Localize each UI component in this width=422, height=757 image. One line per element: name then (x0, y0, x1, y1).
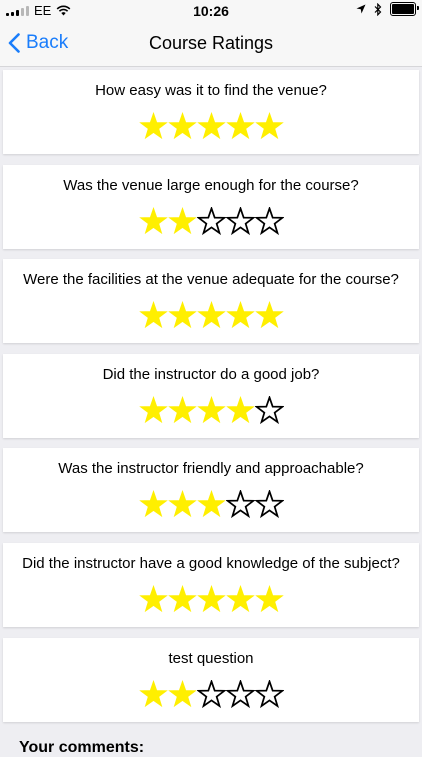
star-filled-icon[interactable] (138, 395, 168, 425)
star-filled-icon[interactable] (167, 490, 197, 519)
star-filled-icon[interactable] (138, 584, 168, 614)
ratings-list: How easy was it to find the venue? Was t… (0, 70, 422, 732)
star-empty-icon[interactable] (225, 206, 255, 236)
star-filled-icon[interactable] (254, 584, 284, 614)
question-card: test question (3, 637, 419, 722)
star-empty-icon[interactable] (254, 395, 284, 425)
question-text: Was the instructor friendly and approach… (58, 460, 364, 478)
question-text: How easy was it to find the venue? (95, 82, 327, 99)
location-arrow-icon (356, 4, 366, 14)
star-filled-icon[interactable] (167, 301, 197, 330)
star-filled-icon[interactable] (167, 584, 197, 614)
star-filled-icon[interactable] (196, 490, 226, 519)
star-filled-icon[interactable] (138, 206, 168, 236)
question-text: Did the instructor do a good job? (102, 365, 320, 383)
star-filled-icon[interactable] (196, 395, 226, 425)
star-rating[interactable] (3, 206, 419, 236)
star-filled-icon[interactable] (138, 490, 168, 519)
question-card: Did the instructor do a good job? (3, 353, 419, 438)
question-card: Was the venue large enough for the cours… (3, 164, 419, 249)
star-filled-icon[interactable] (225, 301, 255, 330)
battery-icon (390, 2, 419, 16)
star-rating[interactable] (3, 395, 419, 425)
question-text: Was the venue large enough for the cours… (63, 176, 359, 194)
star-rating[interactable] (3, 584, 419, 614)
comments-label: Your comments: (19, 739, 145, 756)
star-filled-icon[interactable] (196, 112, 226, 141)
star-filled-icon[interactable] (138, 679, 168, 709)
question-card: Were the facilities at the venue adequat… (3, 259, 419, 344)
star-rating[interactable] (3, 112, 419, 141)
star-filled-icon[interactable] (254, 301, 284, 330)
page-title: Course Ratings (148, 33, 274, 53)
star-empty-icon[interactable] (254, 679, 284, 709)
star-filled-icon[interactable] (167, 679, 197, 709)
star-rating[interactable] (3, 679, 419, 709)
navigation-bar: Back Course Ratings (0, 20, 422, 67)
star-empty-icon[interactable] (254, 206, 284, 236)
star-filled-icon[interactable] (225, 112, 255, 141)
star-empty-icon[interactable] (196, 679, 226, 709)
star-filled-icon[interactable] (225, 584, 255, 614)
star-rating[interactable] (3, 490, 419, 519)
question-card: Did the instructor have a good knowledge… (3, 542, 419, 627)
star-rating[interactable] (3, 301, 419, 330)
star-filled-icon[interactable] (196, 301, 226, 330)
star-filled-icon[interactable] (167, 206, 197, 236)
star-filled-icon[interactable] (167, 395, 197, 425)
star-filled-icon[interactable] (196, 584, 226, 614)
bluetooth-icon (374, 2, 382, 16)
star-filled-icon[interactable] (138, 112, 168, 141)
status-right (356, 2, 419, 16)
star-empty-icon[interactable] (225, 679, 255, 709)
star-filled-icon[interactable] (167, 112, 197, 141)
question-text: Were the facilities at the venue adequat… (23, 271, 399, 289)
star-filled-icon[interactable] (225, 395, 255, 425)
question-card: Was the instructor friendly and approach… (3, 448, 419, 533)
star-empty-icon[interactable] (196, 206, 226, 236)
star-filled-icon[interactable] (138, 301, 168, 330)
star-empty-icon[interactable] (225, 490, 255, 519)
status-bar: EE 10:26 (0, 0, 422, 20)
question-card: How easy was it to find the venue? (3, 70, 419, 154)
star-empty-icon[interactable] (254, 490, 284, 519)
star-filled-icon[interactable] (254, 112, 284, 141)
question-text: test question (168, 649, 254, 667)
question-text: Did the instructor have a good knowledge… (22, 554, 400, 572)
